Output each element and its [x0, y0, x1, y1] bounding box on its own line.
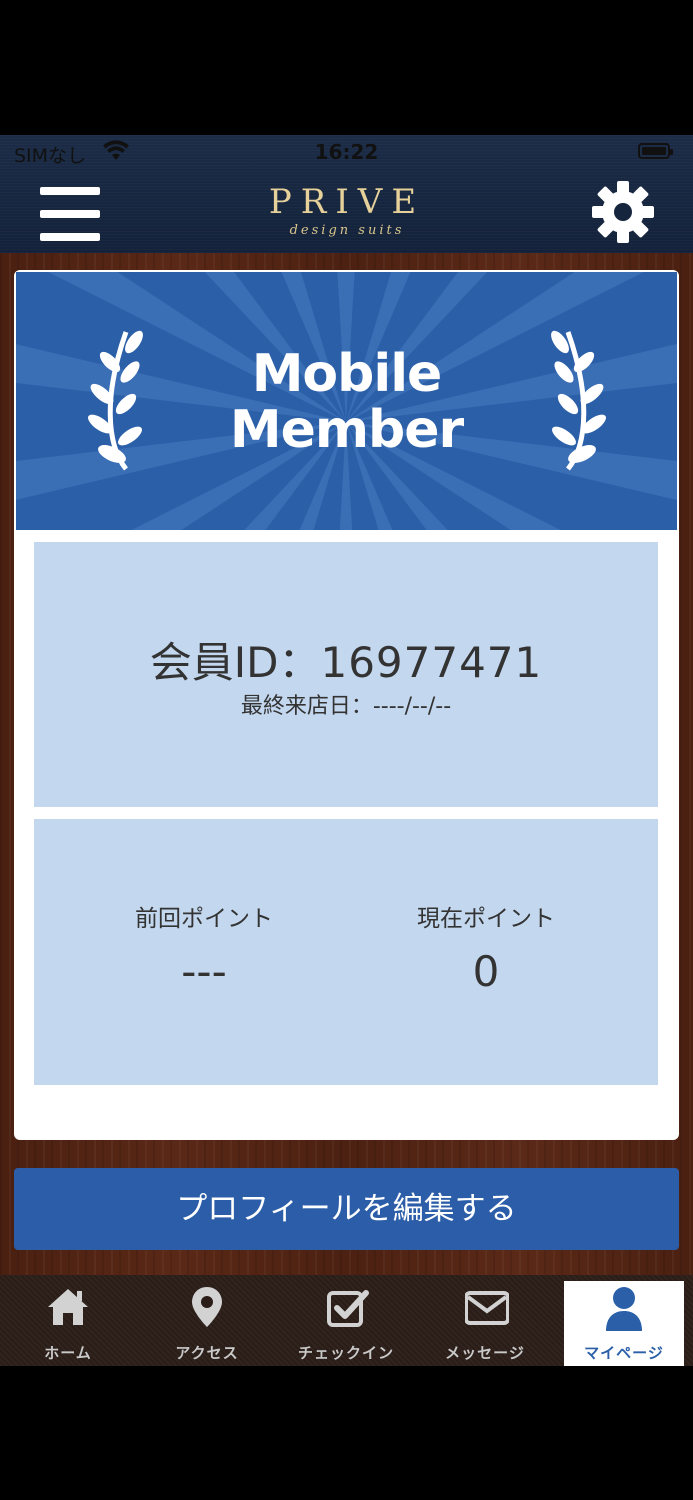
tab-checkin-label: チェックイン [297, 1344, 394, 1362]
tab-message-label: メッセージ [445, 1344, 525, 1362]
banner-title-line1: Mobile [251, 344, 443, 404]
brand-logo: PRIVE design suits [260, 183, 434, 247]
bottom-tab-bar: ホーム アクセス チェックイン メッセージ マイページ [0, 1275, 693, 1366]
edit-profile-button[interactable]: プロフィールを編集する [14, 1168, 679, 1250]
top-letterbox [0, 0, 693, 135]
previous-points-label: 前回ポイント [135, 906, 273, 932]
bottom-letterbox [0, 1366, 693, 1500]
last-visit-date: 最終来店日：----/--/-- [240, 694, 452, 719]
status-time: 16:22 [314, 140, 379, 164]
member-card: Mobile Member 会員ID：16977471 最終来店日：----/-… [14, 270, 679, 1140]
settings-gear-icon[interactable] [590, 179, 656, 245]
previous-points-value: --- [181, 947, 227, 996]
app-header: SIMなし 16:22 PRIVE design suits [0, 135, 693, 253]
member-id-label: 会員ID： [149, 638, 321, 687]
home-icon [48, 1285, 88, 1329]
member-id-value: 16977471 [320, 638, 543, 687]
tab-mypage[interactable]: マイページ [564, 1281, 684, 1366]
checkbox-icon [326, 1285, 369, 1329]
member-banner: Mobile Member [16, 272, 677, 530]
banner-title: Mobile Member [16, 346, 677, 458]
envelope-icon [464, 1285, 510, 1329]
previous-points: 前回ポイント --- [74, 899, 334, 996]
hamburger-menu-icon[interactable] [38, 187, 102, 241]
status-bar: SIMなし 16:22 [0, 135, 693, 171]
current-points-label: 現在ポイント [417, 906, 555, 932]
logo-sub-text: design suits [289, 223, 405, 238]
tab-message[interactable]: メッセージ [425, 1275, 545, 1366]
tab-access[interactable]: アクセス [147, 1275, 267, 1366]
current-points-value: 0 [472, 947, 500, 996]
member-id-panel: 会員ID：16977471 最終来店日：----/--/-- [34, 542, 658, 807]
tab-home[interactable]: ホーム [8, 1275, 128, 1366]
tab-mypage-label: マイページ [584, 1344, 664, 1362]
tab-home-label: ホーム [44, 1344, 92, 1362]
member-id: 会員ID：16977471 [34, 638, 658, 688]
map-pin-icon [187, 1285, 227, 1329]
battery-icon [638, 143, 673, 159]
current-points: 現在ポイント 0 [356, 899, 616, 996]
tab-access-label: アクセス [175, 1344, 239, 1362]
logo-main-text: PRIVE [268, 182, 426, 222]
user-icon [604, 1285, 644, 1331]
banner-title-line2: Member [229, 400, 464, 460]
points-panel: 前回ポイント --- 現在ポイント 0 [34, 819, 658, 1085]
tab-checkin[interactable]: チェックイン [286, 1275, 406, 1366]
